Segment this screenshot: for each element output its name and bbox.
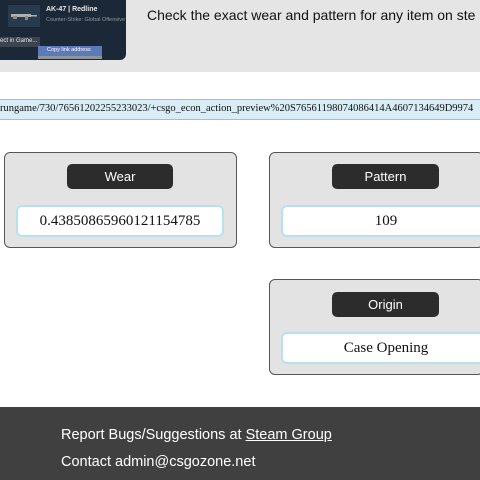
contact-line: Contact admin@csgozone.net	[61, 454, 256, 470]
steam-group-link[interactable]: Steam Group	[246, 427, 332, 443]
footer: Report Bugs/Suggestions at Steam Group C…	[0, 407, 480, 480]
item-thumbnail	[8, 5, 40, 27]
origin-label: Origin	[332, 292, 439, 317]
pattern-value-field[interactable]: 109	[281, 205, 480, 237]
wear-label: Wear	[67, 164, 173, 189]
context-menu-inspect: ect in Game...	[0, 37, 40, 47]
context-menu-copy-link: Copy link address	[38, 46, 102, 56]
rifle-icon	[11, 14, 37, 20]
item-name: AK-47 | Redline	[46, 6, 98, 13]
origin-panel: Origin Case Opening	[269, 279, 480, 375]
item-game: Counter-Strike: Global Offensive	[46, 17, 126, 23]
wear-value-field[interactable]: 0.4385086596012115478​5	[16, 205, 224, 237]
top-banner: AK-47 | Redline Counter-Strike: Global O…	[0, 0, 480, 72]
inspect-link-input[interactable]: rungame/730/76561202255233023/+csgo_econ…	[0, 99, 480, 120]
steam-inventory-screenshot: AK-47 | Redline Counter-Strike: Global O…	[0, 0, 126, 60]
report-bugs-text: Report Bugs/Suggestions at	[61, 427, 246, 443]
context-menu-divider	[38, 56, 102, 59]
page-headline: Check the exact wear and pattern for any…	[147, 7, 476, 23]
pattern-panel: Pattern 109	[269, 152, 480, 248]
inspect-link-value: rungame/730/76561202255233023/+csgo_econ…	[0, 103, 474, 114]
report-bugs-line: Report Bugs/Suggestions at Steam Group	[61, 427, 332, 443]
pattern-label: Pattern	[332, 164, 439, 189]
wear-panel: Wear 0.4385086596012115478​5	[4, 152, 237, 248]
origin-value-field[interactable]: Case Opening	[281, 332, 480, 364]
